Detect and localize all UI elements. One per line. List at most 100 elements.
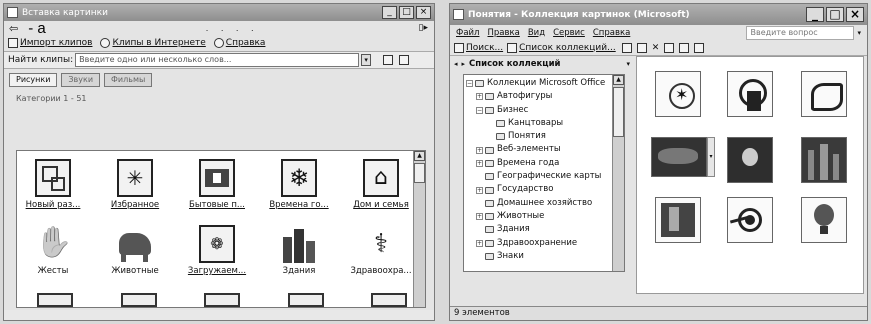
help-button[interactable]: Справка	[213, 38, 266, 48]
category-tile-animals[interactable]: Животные	[99, 225, 171, 276]
lightbulb-clip-icon[interactable]	[727, 137, 773, 183]
tree-node[interactable]: Домашнее хозяйство	[464, 197, 612, 210]
collections-tree: − Коллекции Microsoft Office + Автофигуры …	[463, 74, 625, 272]
menu-bar: Файл Правка Вид Сервис Справка Введите в…	[450, 25, 867, 40]
category-tile-household[interactable]: Бытовые п...	[181, 159, 253, 210]
target-clip-icon[interactable]	[727, 197, 773, 243]
online-clips-button[interactable]: Клипы в Интернете	[100, 38, 206, 48]
category-scrollbar[interactable]: ▲	[413, 151, 425, 307]
downloaded-icon: ❁	[199, 225, 235, 263]
clip-dropdown-button[interactable]: ▾	[707, 137, 715, 177]
copy-icon[interactable]	[621, 42, 632, 53]
title-bar[interactable]: Понятия - Коллекция картинок (Microsoft)…	[450, 4, 867, 25]
window-app-icon	[453, 9, 464, 20]
menu-edit[interactable]: Правка	[487, 28, 519, 38]
stars-clip-icon[interactable]	[651, 137, 707, 177]
search-button[interactable]: Поиск...	[466, 43, 503, 53]
details-view-icon[interactable]	[694, 42, 705, 53]
runner-clip-icon[interactable]: ✶	[655, 71, 701, 117]
category-grid: Новый раз... ✳ Избранное Бытовые п... ❄ …	[16, 150, 426, 308]
books-clip-icon[interactable]	[655, 197, 701, 243]
category-tile-gestures[interactable]: ✋ Жесты	[17, 225, 89, 276]
menu-view[interactable]: Вид	[528, 28, 545, 38]
left-window-footer	[4, 310, 434, 320]
category-tile-buildings[interactable]: Здания	[263, 225, 335, 276]
chess-clip-icon[interactable]	[727, 71, 773, 117]
tab-sounds[interactable]: Звуки	[61, 72, 101, 87]
minimize-button[interactable]: _	[382, 6, 397, 19]
search-dropdown-button[interactable]: ▾	[361, 54, 372, 66]
import-clips-button[interactable]: Импорт клипов	[8, 38, 92, 48]
tree-node[interactable]: Канцтовары	[464, 117, 612, 130]
menu-help[interactable]: Справка	[593, 28, 630, 38]
tree-node[interactable]: + Государство	[464, 183, 612, 196]
menu-file[interactable]: Файл	[456, 28, 479, 38]
minimize-button[interactable]: _	[806, 7, 824, 22]
tree-node[interactable]: + Веб-элементы	[464, 143, 612, 156]
buildings-icon	[281, 225, 317, 263]
scroll-up-button[interactable]: ▲	[613, 75, 624, 85]
delete-icon[interactable]: ✕	[652, 43, 660, 53]
back-arrow-icon[interactable]: ◂	[454, 60, 458, 68]
tree-node-selected[interactable]: Понятия	[464, 130, 612, 143]
tree-node[interactable]: − Бизнес	[464, 104, 612, 117]
tree-node[interactable]: Здания	[464, 223, 612, 236]
list-view-icon[interactable]	[679, 42, 690, 53]
pane-toggle-icon[interactable]: ▯▸	[419, 23, 428, 33]
category-tile-home-family[interactable]: ⌂ Дом и семья	[345, 159, 417, 210]
insert-clipart-window: Вставка картинки _ □ × ⇦ - a . . . . ▯▸ …	[3, 3, 435, 321]
tab-movies[interactable]: Фильмы	[104, 72, 153, 87]
scroll-thumb[interactable]	[414, 163, 425, 183]
collections-icon	[507, 42, 518, 53]
category-tile-new[interactable]: Новый раз...	[17, 159, 89, 210]
question-input[interactable]: Введите вопрос	[746, 25, 855, 40]
search-bar: Найти клипы: Введите одно или несколько …	[4, 51, 434, 69]
puzzle-clip-icon[interactable]	[801, 71, 847, 117]
online-clips-label: Клипы в Интернете	[112, 38, 206, 48]
scroll-thumb[interactable]	[613, 87, 624, 137]
tree-scrollbar[interactable]: ▲	[612, 75, 624, 271]
maximize-button[interactable]: □	[826, 7, 844, 22]
help-label: Справка	[225, 38, 266, 48]
new-category-icon	[35, 159, 71, 197]
category-tile-favorites[interactable]: ✳ Избранное	[99, 159, 171, 210]
category-tile-downloaded[interactable]: ❁ Загружаем...	[181, 225, 253, 276]
back-arrow-icon[interactable]: ⇦	[9, 22, 18, 35]
category-tile-seasons[interactable]: ❄ Времена го...	[263, 159, 335, 210]
balloon-clip-icon[interactable]	[801, 197, 847, 243]
category-label: Времена го...	[269, 200, 329, 210]
tree-node[interactable]: + Автофигуры	[464, 90, 612, 103]
dotted-marks: . . . .	[205, 23, 259, 33]
help-icon	[213, 38, 224, 48]
search-options-icon[interactable]	[399, 55, 410, 65]
collections-list-button[interactable]: Список коллекций...	[519, 43, 616, 53]
tree-node[interactable]: + Здравоохранение	[464, 237, 612, 250]
tree-node[interactable]: Знаки	[464, 250, 612, 263]
sort-icon[interactable]	[664, 42, 675, 53]
tab-pictures[interactable]: Рисунки	[9, 72, 58, 87]
menu-tools[interactable]: Сервис	[553, 28, 585, 38]
tree-node[interactable]: + Животные	[464, 210, 612, 223]
search-input[interactable]: Введите одно или несколько слов...	[75, 53, 360, 67]
tree-node[interactable]: + Времена года	[464, 157, 612, 170]
close-button[interactable]: ×	[416, 6, 431, 19]
maximize-button[interactable]: □	[399, 6, 414, 19]
title-bar[interactable]: Вставка картинки _ □ ×	[4, 4, 434, 21]
toolbar: Поиск... Список коллекций... ✕	[450, 40, 867, 56]
city-night-clip-icon[interactable]	[801, 137, 847, 183]
question-dropdown-icon[interactable]: ▾	[857, 29, 861, 37]
tree-node[interactable]: − Коллекции Microsoft Office	[464, 77, 612, 90]
search-go-icon[interactable]	[383, 55, 394, 65]
tree-node[interactable]: Географические карты	[464, 170, 612, 183]
doodle-text: - a	[28, 19, 46, 37]
media-tabs: Рисунки Звуки Фильмы	[4, 69, 434, 87]
pane-menu-icon[interactable]: ▾	[626, 60, 630, 68]
tree-body: − Коллекции Microsoft Office + Автофигуры …	[464, 77, 612, 263]
paste-icon[interactable]	[636, 42, 647, 53]
scroll-up-button[interactable]: ▲	[414, 151, 425, 161]
favorites-icon: ✳	[117, 159, 153, 197]
forward-arrow-icon[interactable]: ▸	[462, 60, 466, 68]
collections-pane: ◂ ▸ Список коллекций ▾ − Коллекции Micros…	[450, 56, 634, 306]
close-button[interactable]: ×	[846, 7, 864, 22]
category-tile-healthcare[interactable]: ⚕ Здравоохра...	[345, 225, 417, 276]
